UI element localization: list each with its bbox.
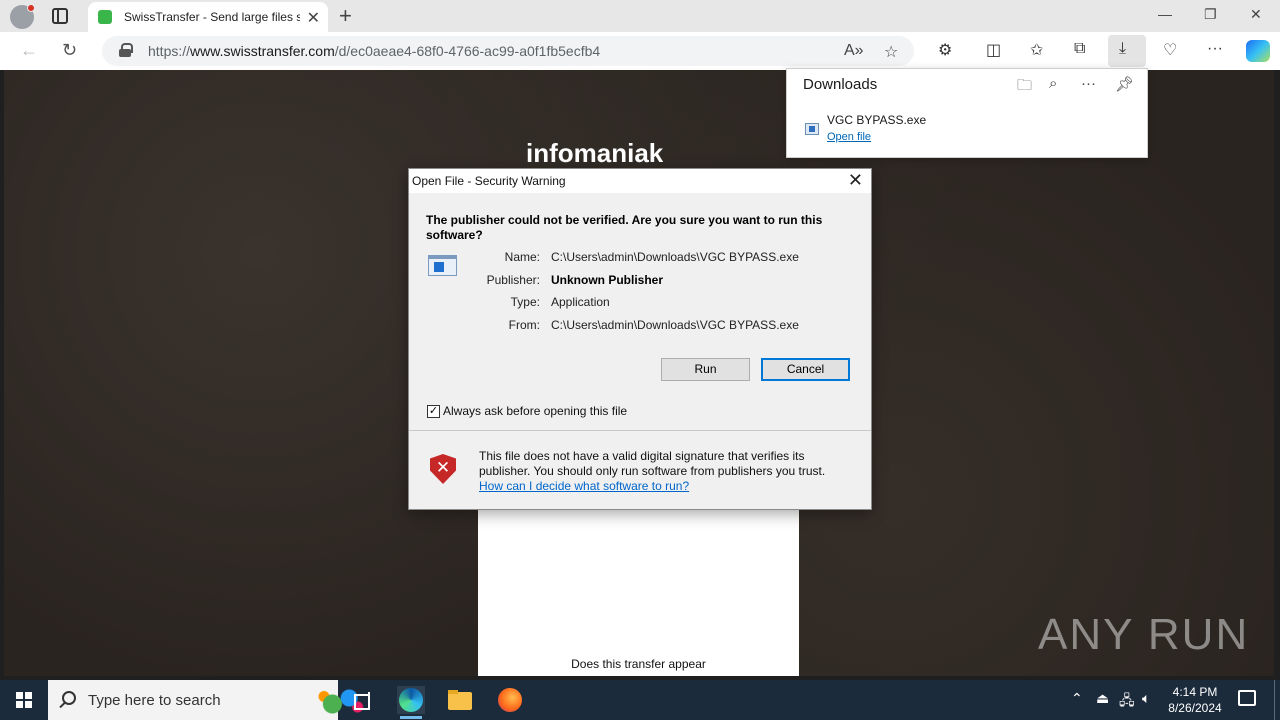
more-icon[interactable]: ··· [1081,75,1096,92]
restore-icon[interactable]: ❐ [1204,6,1217,23]
system-clock[interactable]: 4:14 PM 8/26/2024 [1160,684,1230,716]
download-file-name: VGC BYPASS.exe [827,113,927,127]
address-input[interactable]: https://www.swisstransfer.com/d/ec0aeae4… [102,36,914,66]
more-options-icon[interactable]: ··· [1207,40,1223,58]
from-label: From: [508,318,540,332]
dialog-titlebar: Open File - Security Warning ✕ [409,169,871,193]
search-downloads-icon[interactable]: ⌕ [1049,75,1057,92]
performance-icon[interactable]: ♡ [1163,40,1177,60]
warning-text: This file does not have a valid digital … [479,449,826,478]
back-icon[interactable]: ← [20,40,38,61]
anyrun-watermark: ANY RUN [1038,610,1250,659]
infomaniak-logo: infomaniak [526,138,664,168]
type-value: Application [551,295,610,309]
name-label: Name: [504,250,540,264]
minimize-icon[interactable]: — [1158,6,1172,22]
clock-date: 8/26/2024 [1168,701,1222,715]
decide-software-link[interactable]: How can I decide what software to run? [479,479,689,493]
open-folder-icon[interactable]: 🗀 [1017,75,1032,100]
dialog-title: Open File - Security Warning [412,174,566,188]
clock-time: 4:14 PM [1172,685,1218,699]
windows-start-icon[interactable] [16,692,32,708]
open-file-link[interactable]: Open file [827,131,871,143]
notification-dot-icon [27,4,35,12]
tab-swisstransfer[interactable]: SwissTransfer - Send large files se ✕ [88,2,328,32]
from-value: C:\Users\admin\Downloads\VGC BYPASS.exe [551,318,799,332]
tab-bar: SwissTransfer - Send large files se ✕ + … [0,0,1280,32]
url-text: https://www.swisstransfer.com/d/ec0aeae4… [148,43,601,59]
always-ask-checkbox[interactable]: ✓ [427,405,440,418]
search-placeholder: Type here to search [88,692,221,709]
tab-actions-icon[interactable] [52,8,68,24]
transfer-card: Does this transfer appear [478,507,799,676]
type-label: Type: [510,295,540,309]
dialog-close-icon[interactable]: ✕ [848,170,863,191]
copilot-icon[interactable] [1246,40,1270,62]
search-icon [62,691,76,705]
exe-file-icon [805,123,819,135]
taskbar-search-input[interactable]: Type here to search [48,680,366,720]
network-icon[interactable]: 🖧︎ [1119,690,1135,714]
card-text: Does this transfer appear [571,657,706,671]
security-shield-icon: ✕ [430,454,456,484]
extensions-icon[interactable]: ⚙ [938,40,952,60]
read-aloud-icon[interactable]: A» [844,42,864,60]
new-tab-icon[interactable]: + [339,3,352,29]
collections-icon[interactable]: ⧉ [1074,40,1085,58]
tab-title: SwissTransfer - Send large files se [124,10,300,24]
file-explorer-icon[interactable] [446,686,474,714]
taskbar: Type here to search ⌃ ⏏ 🖧︎ 🔈︎ 4:14 PM 8/… [0,680,1280,720]
show-desktop-button[interactable] [1274,680,1275,720]
edge-taskbar-icon[interactable] [397,686,425,714]
swisstransfer-favicon-icon [98,10,112,24]
pin-icon[interactable]: 📌︎ [1115,75,1134,93]
profile-avatar-icon[interactable] [10,4,35,29]
show-hidden-icons-icon[interactable]: ⌃ [1071,690,1083,707]
window-close-icon[interactable]: ✕ [1250,6,1262,23]
lock-icon[interactable] [119,43,133,57]
publisher-label: Publisher: [486,273,540,287]
usb-icon[interactable]: ⏏ [1096,690,1109,707]
downloads-title: Downloads [803,76,878,93]
dialog-separator [409,430,871,431]
task-view-icon[interactable] [350,686,378,714]
dialog-heading: The publisher could not be verified. Are… [426,213,823,242]
volume-icon[interactable]: 🔈︎ [1142,690,1150,707]
notifications-icon[interactable] [1238,690,1256,706]
run-button[interactable]: Run [661,358,750,381]
downloads-button[interactable] [1108,35,1146,67]
tab-close-icon[interactable]: ✕ [307,8,320,28]
download-icon[interactable]: ⤓ [1119,40,1126,58]
address-toolbar: ← ↻ https://www.swisstransfer.com/d/ec0a… [0,32,1280,70]
edge-active-indicator [400,716,422,719]
favorites-icon[interactable]: ✩ [1030,40,1043,60]
cancel-button[interactable]: Cancel [761,358,850,381]
publisher-value: Unknown Publisher [551,273,664,287]
firefox-icon[interactable] [496,686,524,714]
refresh-icon[interactable]: ↻ [62,40,77,61]
split-screen-icon[interactable]: ◫ [986,40,1001,60]
always-ask-label[interactable]: Always ask before opening this file [443,404,627,418]
security-warning-dialog: Open File - Security Warning ✕ The publi… [408,168,872,510]
name-value: C:\Users\admin\Downloads\VGC BYPASS.exe [551,250,799,264]
favorite-star-icon[interactable]: ☆ [884,42,898,62]
downloads-panel: Downloads 🗀 ⌕ ··· 📌︎ VGC BYPASS.exe Open… [786,68,1148,158]
